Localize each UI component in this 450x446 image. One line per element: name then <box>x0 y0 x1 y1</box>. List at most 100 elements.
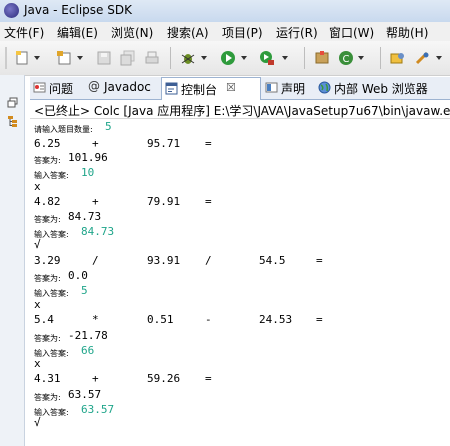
globe-icon <box>318 81 331 94</box>
tab-problems[interactable]: 问题 <box>30 77 82 98</box>
tab-label: 声明 <box>281 82 306 96</box>
tab-declaration[interactable]: 声明 <box>262 77 312 98</box>
left-trim-bar <box>0 75 25 446</box>
answer-value: 84.73 <box>68 210 102 223</box>
toolbar-separator <box>380 47 381 69</box>
new-java-package-icon[interactable] <box>314 50 330 66</box>
new-file-icon[interactable] <box>14 50 30 66</box>
toolbar-separator <box>304 47 305 69</box>
menu-help[interactable]: 帮助(H) <box>386 24 428 41</box>
input-value: 5 <box>81 284 88 297</box>
tab-internal-web-browser[interactable]: 内部 Web 浏览器 <box>315 77 450 98</box>
declaration-icon <box>265 82 278 93</box>
console-status-line: <已终止> Colc [Java 应用程序] E:\学习\JAVA\JavaSe… <box>30 100 450 119</box>
console-output[interactable]: 请输入题目数量: 5 6.25 + 95.71 = 答案为: 101.96 输入… <box>30 119 450 446</box>
operand: 5.4 <box>34 313 54 326</box>
input-value: 84.73 <box>81 225 115 238</box>
operator: + <box>92 137 99 150</box>
main-toolbar: C <box>0 41 450 76</box>
operator: - <box>205 313 212 326</box>
svg-text:C: C <box>343 54 350 65</box>
menu-window[interactable]: 窗口(W) <box>329 24 374 41</box>
view-tab-bar: 问题 @ Javadoc 控制台 ☒ 声明 内部 Web 浏览器 <box>30 77 450 100</box>
result-mark: √ <box>34 238 41 251</box>
external-tools-icon[interactable] <box>259 50 275 66</box>
operand: 4.82 <box>34 195 61 208</box>
input-value: 63.57 <box>81 403 115 416</box>
tab-label: 控制台 <box>181 83 218 97</box>
operand: 59.26 <box>147 372 181 385</box>
problems-icon <box>33 82 46 93</box>
external-tools-dropdown-icon[interactable] <box>282 56 288 60</box>
operand: 95.71 <box>147 137 181 150</box>
search-dropdown-icon[interactable] <box>436 56 442 60</box>
tab-javadoc[interactable]: @ Javadoc <box>85 77 158 98</box>
operand: 6.25 <box>34 137 61 150</box>
menu-run[interactable]: 运行(R) <box>276 24 318 41</box>
answer-label: 答案为: <box>34 334 61 343</box>
input-value: 66 <box>81 344 95 357</box>
at-icon: @ <box>88 79 100 93</box>
tab-console[interactable]: 控制台 ☒ <box>161 77 261 100</box>
answer-label: 答案为: <box>34 156 61 165</box>
operator: / <box>92 254 99 267</box>
result-mark: x <box>34 357 41 370</box>
menu-project[interactable]: 项目(P) <box>222 24 263 41</box>
answer-value: 101.96 <box>68 151 108 164</box>
answer-label: 答案为: <box>34 215 61 224</box>
tab-label: 问题 <box>49 82 74 96</box>
restore-icon[interactable] <box>7 97 18 108</box>
answer-label: 答案为: <box>34 274 61 283</box>
menu-bar: 文件(F) 编辑(E) 浏览(N) 搜索(A) 项目(P) 运行(R) 窗口(W… <box>0 22 450 42</box>
menu-navigate[interactable]: 浏览(N) <box>111 24 153 41</box>
new-java-class-dropdown-icon[interactable] <box>358 56 364 60</box>
new-dropdown-icon[interactable] <box>34 56 40 60</box>
operator: * <box>92 313 99 326</box>
operand: 3.29 <box>34 254 61 267</box>
operator: = <box>316 313 323 326</box>
answer-value: 63.57 <box>68 388 102 401</box>
save-icon[interactable] <box>96 50 112 66</box>
operator: + <box>92 195 99 208</box>
result-mark: x <box>34 180 41 193</box>
run-dropdown-icon[interactable] <box>241 56 247 60</box>
run-icon[interactable] <box>220 50 236 66</box>
operator: = <box>205 137 212 150</box>
operand: 24.53 <box>259 313 293 326</box>
tab-label: Javadoc <box>104 80 151 94</box>
operator: = <box>205 372 212 385</box>
operand: 0.51 <box>147 313 174 326</box>
toolbar-grip <box>5 47 7 69</box>
new-java-class-icon[interactable]: C <box>338 50 354 66</box>
hierarchy-icon[interactable] <box>6 115 19 128</box>
operator: + <box>92 372 99 385</box>
menu-file[interactable]: 文件(F) <box>4 24 44 41</box>
menu-search[interactable]: 搜索(A) <box>167 24 209 41</box>
operand: 54.5 <box>259 254 286 267</box>
eclipse-logo-icon <box>4 3 19 18</box>
answer-label: 答案为: <box>34 393 61 402</box>
open-type-icon[interactable] <box>390 50 406 66</box>
toolbar-separator <box>170 47 171 69</box>
close-icon[interactable]: ☒ <box>226 81 236 94</box>
window-title: Java - Eclipse SDK <box>24 3 132 17</box>
debug-icon[interactable] <box>180 50 196 66</box>
console-terminated-label: <已终止> Colc [Java 应用程序] E:\学习\JAVA\JavaSe… <box>34 104 450 118</box>
print-icon[interactable] <box>144 50 160 66</box>
operator: = <box>205 195 212 208</box>
input-value: 10 <box>81 166 95 179</box>
count-input-value: 5 <box>105 120 112 133</box>
operand: 79.91 <box>147 195 181 208</box>
answer-value: -21.78 <box>68 329 108 342</box>
result-mark: √ <box>34 416 41 429</box>
debug-dropdown-icon[interactable] <box>201 56 207 60</box>
menu-edit[interactable]: 编辑(E) <box>57 24 98 41</box>
operand: 4.31 <box>34 372 61 385</box>
new-class-icon[interactable] <box>56 50 72 66</box>
operand: 93.91 <box>147 254 181 267</box>
result-mark: x <box>34 298 41 311</box>
search-pencil-icon[interactable] <box>414 50 430 66</box>
operator: = <box>316 254 323 267</box>
save-all-icon[interactable] <box>120 50 136 66</box>
new-class-dropdown-icon[interactable] <box>77 56 83 60</box>
